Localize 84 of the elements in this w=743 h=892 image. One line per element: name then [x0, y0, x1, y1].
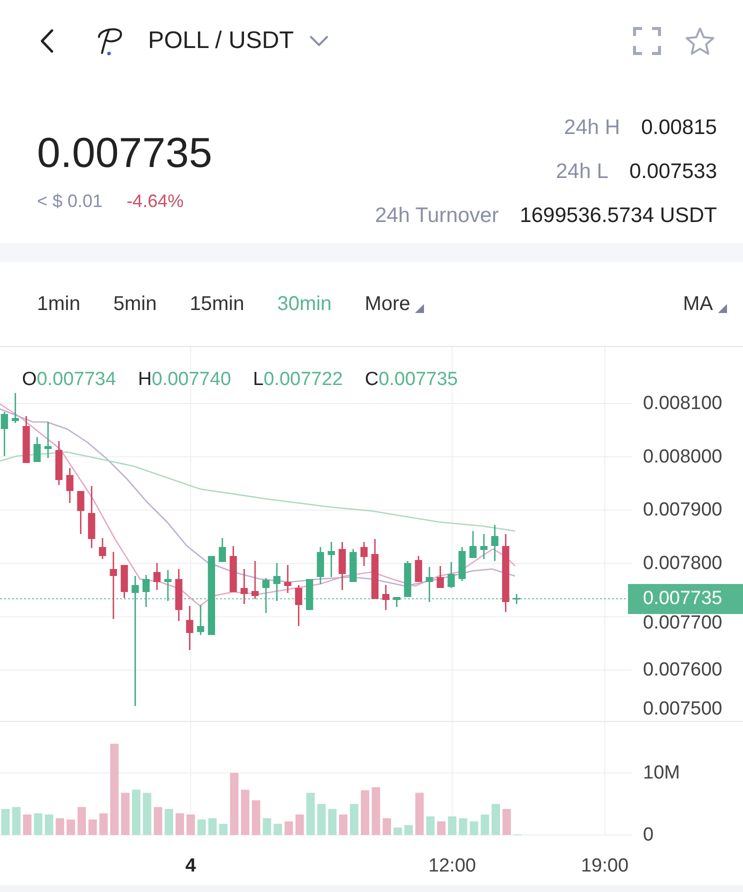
candle	[480, 534, 488, 559]
candle	[12, 393, 19, 423]
candle	[77, 491, 84, 534]
price-axis-label: 0.007600	[643, 660, 722, 680]
candle	[240, 569, 248, 604]
candle	[66, 468, 74, 503]
price-axis-label: 0.008000	[643, 446, 722, 468]
candle	[110, 552, 118, 619]
candle	[142, 575, 150, 607]
candle	[458, 547, 466, 581]
candle	[295, 585, 302, 626]
stat-label: 24h Turnover	[374, 204, 499, 228]
dropdown-triangle-icon	[415, 304, 424, 313]
candle	[44, 422, 52, 458]
chevron-down-icon	[310, 36, 328, 46]
time-axis-label: 12:00	[428, 856, 476, 876]
price-axis-label: 0.007900	[643, 500, 722, 521]
stat-value: 1699536.5734 USDT	[520, 204, 717, 228]
candle	[414, 556, 422, 582]
price-axis-label: 0.007500	[643, 698, 722, 720]
candle	[436, 566, 444, 588]
candle	[328, 542, 335, 577]
candle	[34, 437, 41, 462]
candle	[371, 539, 379, 599]
interval-tab[interactable]: 1min	[37, 292, 80, 316]
candle	[186, 606, 194, 650]
candle	[273, 563, 280, 601]
price-axis-label: 0.007800	[643, 552, 722, 574]
dropdown-triangle-icon	[718, 304, 727, 313]
stat-label: 24h L	[556, 160, 608, 184]
candle	[393, 597, 400, 607]
candle	[284, 565, 292, 593]
candle	[0, 412, 8, 456]
candle	[98, 538, 106, 559]
candle	[306, 579, 314, 610]
logo-icon	[97, 26, 123, 56]
fiat-price: < $ 0.01	[37, 190, 103, 213]
ohlc-reading: C0.007735	[364, 368, 458, 392]
star-icon[interactable]	[685, 26, 715, 56]
ohlc-reading: L0.007722	[253, 368, 343, 392]
candle	[426, 567, 434, 602]
volume-axis-label: 0	[643, 824, 654, 846]
back-icon[interactable]	[40, 29, 54, 53]
candle	[218, 538, 226, 562]
indicator-menu[interactable]: MA	[683, 292, 727, 316]
candle	[262, 578, 270, 613]
time-axis-label: 19:00	[580, 856, 629, 876]
stat-value: 0.00815	[641, 116, 717, 140]
candle	[512, 594, 520, 604]
last-price-tag: 0.007735	[628, 584, 743, 614]
candle	[55, 441, 63, 485]
candle	[251, 561, 259, 599]
interval-tab[interactable]: 15min	[190, 292, 244, 316]
price-axis-label: 0.007700	[643, 612, 722, 634]
candle	[360, 542, 368, 566]
candle	[469, 531, 477, 558]
candle	[230, 546, 237, 592]
candle	[316, 547, 324, 584]
candle	[22, 416, 30, 463]
candle	[175, 569, 182, 621]
candle	[196, 605, 204, 635]
candle	[382, 585, 390, 610]
candle	[448, 562, 455, 588]
price-axis-label: 0.008100	[643, 393, 722, 414]
candle	[88, 486, 96, 548]
last-price: 0.007735	[37, 129, 212, 177]
volume-axis-label: 10M	[643, 762, 680, 784]
ohlc-reading: O0.007734	[22, 368, 116, 392]
pair-selector[interactable]: POLL / USDT	[148, 27, 328, 55]
candle	[153, 563, 161, 590]
price-change: -4.64%	[126, 190, 184, 213]
time-axis-label: 4	[185, 856, 196, 876]
candle	[491, 525, 498, 561]
ohlc-reading: H0.007740	[138, 368, 232, 392]
candle	[404, 561, 412, 597]
stat-label: 24h H	[564, 116, 620, 140]
fullscreen-icon[interactable]	[633, 27, 661, 55]
candle	[338, 542, 346, 590]
stat-value: 0.007533	[629, 160, 717, 184]
candle	[120, 565, 128, 598]
interval-tab[interactable]: More	[364, 292, 424, 316]
candle	[350, 549, 357, 582]
interval-tab[interactable]: 5min	[113, 292, 157, 316]
candle	[164, 570, 172, 601]
